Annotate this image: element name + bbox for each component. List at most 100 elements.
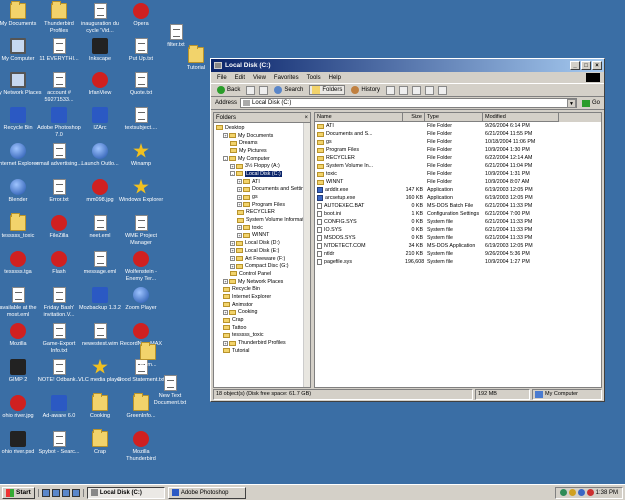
expand-icon[interactable]: + (237, 194, 242, 200)
address-input[interactable]: Local Disk (C:) ▼ (240, 98, 577, 108)
desktop-icon[interactable]: Wolfenstein - Enemy Ter... (117, 251, 165, 282)
tree-node[interactable]: + Thunderbird Profiles (214, 339, 310, 347)
expand-icon[interactable]: + (230, 256, 235, 262)
tree-node[interactable]: Tutorial (214, 347, 310, 355)
tree-node[interactable]: + Cooking (214, 309, 310, 317)
search-button[interactable]: Search (272, 86, 305, 94)
tree-node[interactable]: Desktop (214, 124, 310, 132)
explorer-quicklaunch-icon[interactable] (61, 488, 70, 497)
tree-node[interactable]: Dreams (214, 139, 310, 147)
file-row[interactable]: arddir.exe 147 KB Application 6/19/2003 12:… (315, 186, 601, 194)
file-row[interactable]: gs File Folder 10/18/2004 11:06 PM (315, 138, 601, 146)
file-row[interactable]: pagefile.sys 196,608 KBSystem file 10/9/20… (315, 258, 601, 266)
copy-to-icon[interactable] (399, 85, 409, 95)
desktop-icon[interactable]: Zoom Player (117, 287, 165, 312)
menu-edit[interactable]: Edit (235, 75, 245, 81)
expand-icon[interactable]: + (230, 248, 235, 254)
tray-icon[interactable] (577, 489, 585, 496)
expand-icon[interactable]: + (237, 186, 242, 192)
menu-file[interactable]: File (217, 75, 227, 81)
task-local-disk[interactable]: Local Disk (C:) (86, 486, 165, 499)
expand-icon[interactable]: + (223, 279, 228, 285)
column-modified[interactable]: Modified (483, 113, 559, 122)
tree-node[interactable]: + My Network Places (214, 278, 310, 286)
menu-help[interactable]: Help (329, 75, 341, 81)
tree-node[interactable]: + Local Disk (E:) (214, 247, 310, 255)
tree-node[interactable]: Animstor (214, 301, 310, 309)
collapse-icon[interactable]: - (230, 171, 235, 177)
file-row[interactable]: toxic File Folder 10/9/2004 1:31 PM (315, 170, 601, 178)
close-button[interactable]: × (592, 61, 602, 70)
expand-icon[interactable]: + (237, 232, 242, 238)
tree-node[interactable]: + ATI (214, 178, 310, 186)
collapse-icon[interactable]: - (223, 156, 228, 162)
file-row[interactable]: Program Files File Folder 10/9/2004 1:30 P… (315, 146, 601, 154)
file-row[interactable]: RECYCLER File Folder 6/22/2004 12:14 AM (315, 154, 601, 162)
file-row[interactable]: System Volume In... File Folder 6/21/2004 … (315, 162, 601, 170)
undo-icon[interactable] (425, 85, 435, 95)
tree-node[interactable]: + My Documents (214, 132, 310, 140)
tree-node[interactable]: Crap (214, 316, 310, 324)
menu-tools[interactable]: Tools (307, 75, 321, 81)
address-dropdown-icon[interactable]: ▼ (566, 98, 576, 108)
outlook-quicklaunch-icon[interactable] (71, 488, 80, 497)
column-type[interactable]: Type (425, 113, 483, 122)
desktop-icon[interactable]: Quote.txt (117, 72, 165, 97)
file-row[interactable]: IO.SYS 0 KB System file 6/21/2004 11:33 PM (315, 226, 601, 234)
tree-scrollbar[interactable] (303, 123, 310, 387)
file-row[interactable]: ntldr 210 KB System file 9/26/2004 5:36 PM (315, 250, 601, 258)
tree-node[interactable]: + Local Disk (D:) (214, 239, 310, 247)
tray-icon[interactable] (568, 489, 576, 496)
file-row[interactable]: NTDETECT.COM 34 KB MS-DOS Application 6/19/… (315, 242, 601, 250)
tree-node[interactable]: System Volume Informati (214, 216, 310, 224)
tree-node[interactable]: Recycle Bin (214, 285, 310, 293)
tree-node[interactable]: RECYCLER (214, 209, 310, 217)
desktop-icon[interactable]: Mozilla Thunderbird (117, 431, 165, 462)
tree-node[interactable]: + Compact Disc (G:) (214, 262, 310, 270)
expand-icon[interactable]: + (230, 163, 235, 169)
close-pane-icon[interactable]: × (304, 115, 308, 121)
maximize-button[interactable]: □ (581, 61, 591, 70)
tree-node[interactable]: Internet Explorer (214, 293, 310, 301)
move-to-icon[interactable] (386, 85, 396, 95)
forward-button[interactable] (246, 85, 256, 95)
tree-node[interactable]: - Local Disk (C:) (214, 170, 310, 178)
desktop-icon[interactable]: textsubject.... (117, 107, 165, 132)
tree-node[interactable]: + Documents and Settings (214, 186, 310, 194)
tree-node[interactable]: + toxic (214, 224, 310, 232)
tree-node[interactable]: + gs (214, 193, 310, 201)
file-row[interactable]: Documents and S... File Folder 6/21/2004 1… (315, 130, 601, 138)
tree-node[interactable]: Tattoo (214, 324, 310, 332)
file-row[interactable]: arcsetup.exe 160 KB Application 6/19/2003 1… (315, 194, 601, 202)
tray-icon[interactable] (586, 489, 594, 496)
ie-quicklaunch-icon[interactable] (51, 488, 60, 497)
column-name[interactable]: Name (315, 113, 403, 122)
file-row[interactable]: ATI File Folder 9/26/2004 6:14 PM (315, 122, 601, 130)
tray-icon[interactable] (559, 489, 567, 496)
menu-favorites[interactable]: Favorites (274, 75, 299, 81)
history-button[interactable]: History (349, 86, 382, 94)
menu-view[interactable]: View (253, 75, 266, 81)
tree-node[interactable]: + WINNT (214, 232, 310, 240)
up-button[interactable] (259, 85, 269, 95)
tree-node[interactable]: - My Computer (214, 155, 310, 163)
expand-icon[interactable]: + (230, 240, 235, 246)
expand-icon[interactable]: + (223, 309, 228, 315)
go-button[interactable]: Go (581, 99, 604, 107)
show-desktop-icon[interactable] (41, 488, 50, 497)
file-row[interactable]: MSDOS.SYS 0 KB System file 6/21/2004 11:33 … (315, 234, 601, 242)
task-photoshop[interactable]: Adobe Photoshop (167, 486, 246, 499)
tree-node[interactable]: + Art Freeware (F:) (214, 255, 310, 263)
file-row[interactable]: boot.ini 1 KB Configuration Settings 6/21/2… (315, 210, 601, 218)
file-row[interactable]: WINNT File Folder 10/9/2004 8:07 AM (315, 178, 601, 186)
desktop-icon[interactable]: WME Project Manager (117, 215, 165, 246)
file-row[interactable]: CONFIG.SYS 0 KB System file 6/21/2004 11:33… (315, 218, 601, 226)
tree-node[interactable]: My Pictures (214, 147, 310, 155)
expand-icon[interactable]: + (230, 263, 235, 269)
tree-node[interactable]: +3½ Floppy (A:) (214, 162, 310, 170)
tree-node[interactable]: Control Panel (214, 270, 310, 278)
desktop-icon[interactable]: New Text Document.txt (146, 375, 194, 406)
views-icon[interactable] (438, 85, 448, 95)
delete-icon[interactable] (412, 85, 422, 95)
minimize-button[interactable]: _ (570, 61, 580, 70)
